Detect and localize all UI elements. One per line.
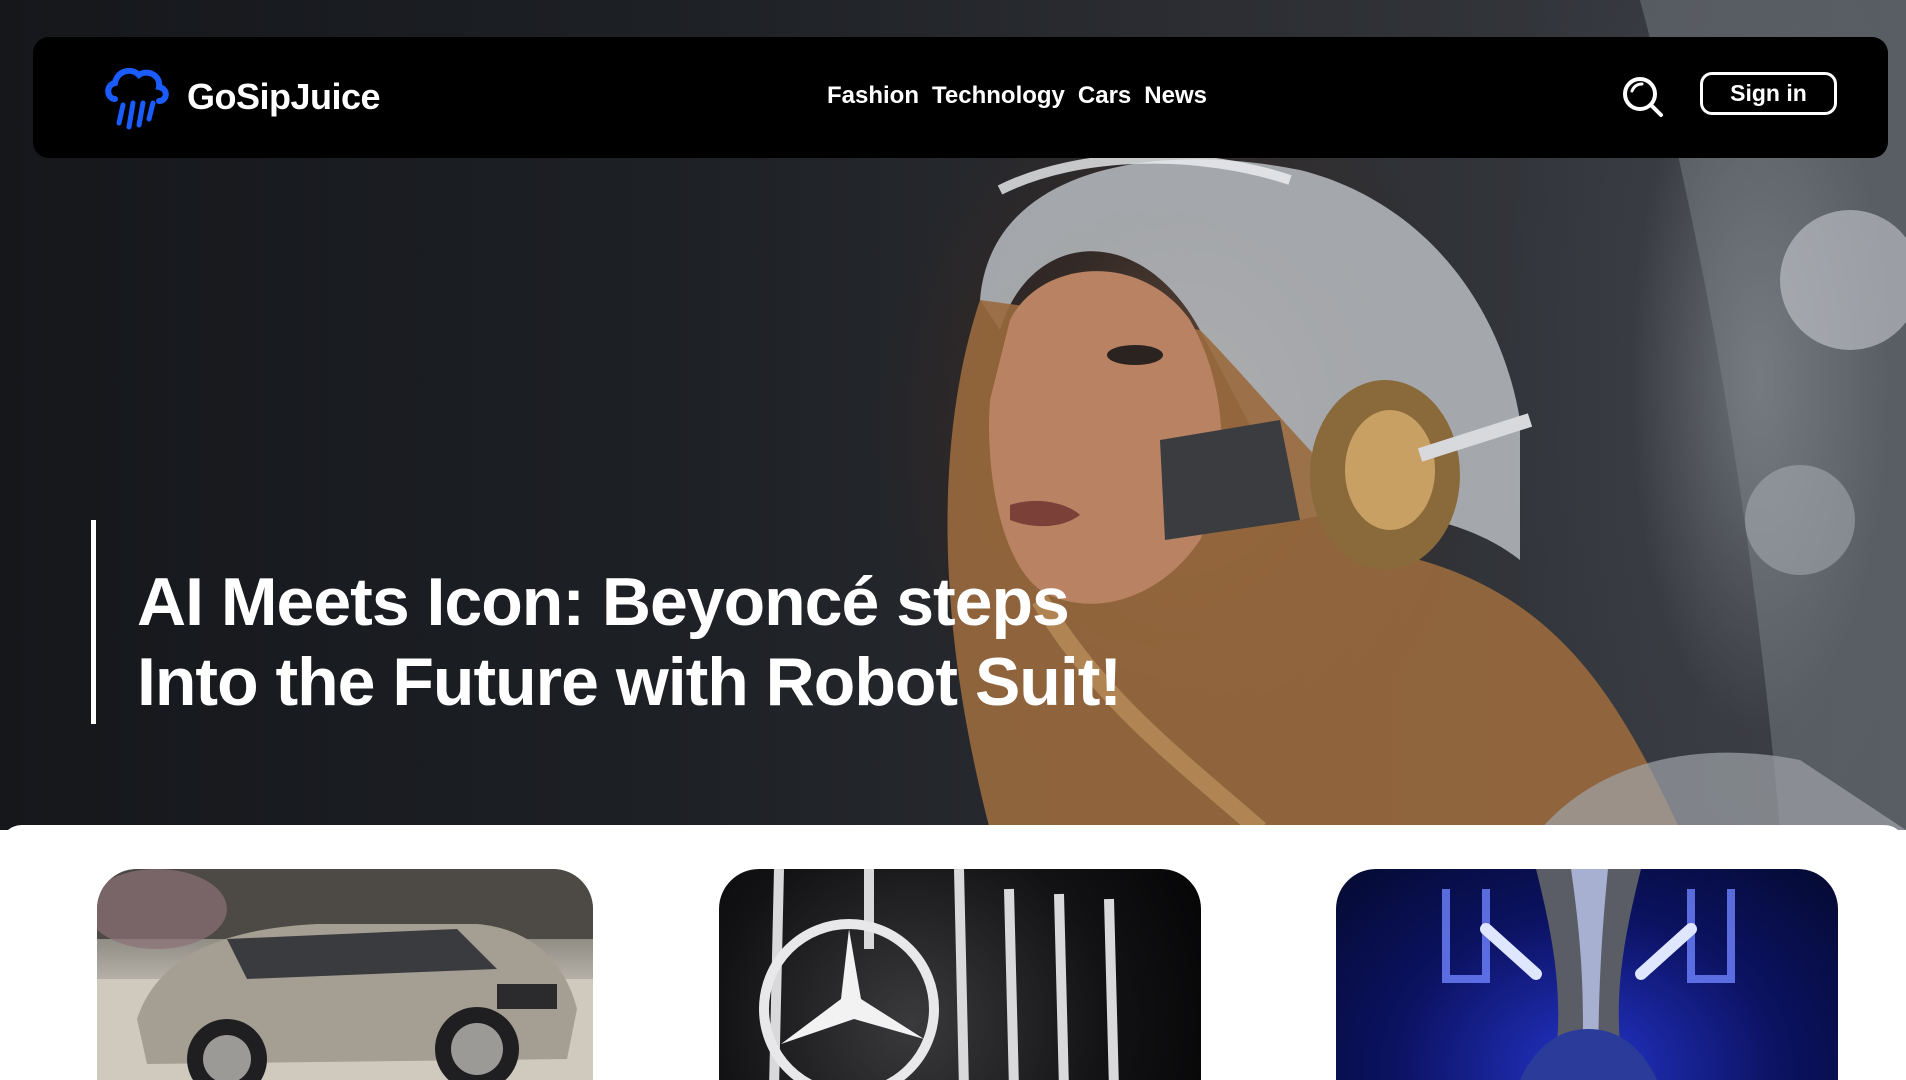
brand-name: GoSipJuice (187, 76, 381, 117)
cloud-rain-icon (105, 67, 169, 130)
search-button[interactable] (1618, 72, 1668, 122)
nav-link-technology[interactable]: Technology (932, 79, 1065, 113)
headline-accent-bar (91, 520, 96, 724)
article-card-chrome-figure[interactable] (1336, 869, 1838, 1080)
article-card-mercedes[interactable] (719, 869, 1201, 1080)
hero-headline-line2: Into the Future with Robot Suit! (137, 644, 1122, 720)
chrome-figure-image (1442, 869, 1735, 1080)
hero-headline-line1: AI Meets Icon: Beyoncé steps (137, 564, 1070, 640)
brand-logo[interactable]: GoSipJuice (101, 57, 381, 137)
nav-links: Fashion Technology Cars News (827, 79, 1207, 113)
hero-headline[interactable]: AI Meets Icon: Beyoncé steps Into the Fu… (137, 562, 1137, 722)
article-card-suv[interactable] (97, 869, 593, 1080)
sign-in-button[interactable]: Sign in (1700, 72, 1837, 115)
nav-link-fashion[interactable]: Fashion (827, 79, 919, 113)
navbar: GoSipJuice Fashion Technology Cars News … (33, 37, 1888, 158)
search-icon (1623, 77, 1663, 117)
nav-link-news[interactable]: News (1144, 79, 1207, 113)
suv-car-image (97, 869, 593, 1080)
nav-link-cars[interactable]: Cars (1078, 79, 1131, 113)
mercedes-grille-image (759, 869, 1119, 1080)
article-cards-section (0, 825, 1906, 1080)
